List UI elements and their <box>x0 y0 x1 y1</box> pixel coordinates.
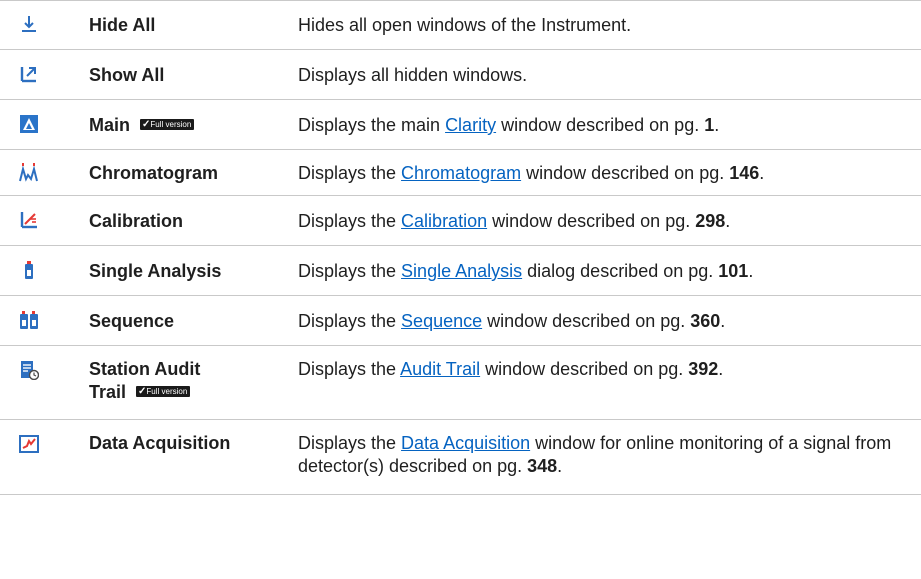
command-description: Displays the Calibration window describe… <box>298 211 731 231</box>
command-description: Displays the Single Analysis dialog desc… <box>298 261 754 281</box>
table-row-hide-all: Hide All Hides all open windows of the I… <box>0 0 921 50</box>
table-row-sequence: Sequence Displays the Sequence window de… <box>0 296 921 346</box>
link-calibration[interactable]: Calibration <box>401 211 487 231</box>
link-clarity[interactable]: Clarity <box>445 115 496 135</box>
command-name: Main ✓Full version <box>89 114 195 137</box>
toolbar-commands-table: Hide All Hides all open windows of the I… <box>0 0 921 495</box>
link-data-acquisition[interactable]: Data Acquisition <box>401 433 530 453</box>
table-row-single-analysis: Single Analysis Displays the Single Anal… <box>0 246 921 296</box>
link-audit-trail[interactable]: Audit Trail <box>400 359 480 379</box>
command-description: Displays the Chromatogram window describ… <box>298 163 765 183</box>
command-name: Data Acquisition <box>89 433 231 453</box>
command-description: Displays the Sequence window described o… <box>298 311 726 331</box>
link-chromatogram[interactable]: Chromatogram <box>401 163 521 183</box>
command-name: Station Audit Trail ✓Full version <box>89 359 201 402</box>
hide-all-icon <box>19 14 39 34</box>
command-name: Show All <box>89 65 165 85</box>
sequence-icon <box>19 310 39 330</box>
single-analysis-icon <box>19 260 39 280</box>
table-row-calibration: Calibration Displays the Calibration win… <box>0 196 921 246</box>
chromatogram-icon <box>19 162 39 182</box>
link-single-analysis[interactable]: Single Analysis <box>401 261 522 281</box>
command-name: Sequence <box>89 311 175 331</box>
command-description: Displays the Data Acquisition window for… <box>298 433 892 476</box>
link-sequence[interactable]: Sequence <box>401 311 482 331</box>
command-description: Displays the main Clarity window describ… <box>298 115 720 135</box>
full-version-badge: ✓Full version <box>136 386 191 398</box>
full-version-badge: ✓Full version <box>140 119 195 131</box>
table-row-data-acquisition: Data Acquisition Displays the Data Acqui… <box>0 420 921 495</box>
table-row-show-all: Show All Displays all hidden windows. <box>0 50 921 100</box>
table-row-main: Main ✓Full version Displays the main Clar… <box>0 100 921 150</box>
command-name: Chromatogram <box>89 163 219 183</box>
command-name: Single Analysis <box>89 261 222 281</box>
main-window-icon <box>19 114 39 134</box>
show-all-icon <box>19 64 39 84</box>
table-row-chromatogram: Chromatogram Displays the Chromatogram w… <box>0 150 921 196</box>
audit-trail-icon <box>19 360 40 381</box>
command-name: Calibration <box>89 211 184 231</box>
command-description: Displays all hidden windows. <box>298 65 528 85</box>
command-description: Hides all open windows of the Instrument… <box>298 15 632 35</box>
command-name: Hide All <box>89 15 156 35</box>
command-description: Displays the Audit Trail window describe… <box>298 359 724 379</box>
data-acquisition-icon <box>19 434 39 454</box>
calibration-icon <box>19 210 39 230</box>
table-row-station-audit-trail: Station Audit Trail ✓Full version Display… <box>0 346 921 420</box>
